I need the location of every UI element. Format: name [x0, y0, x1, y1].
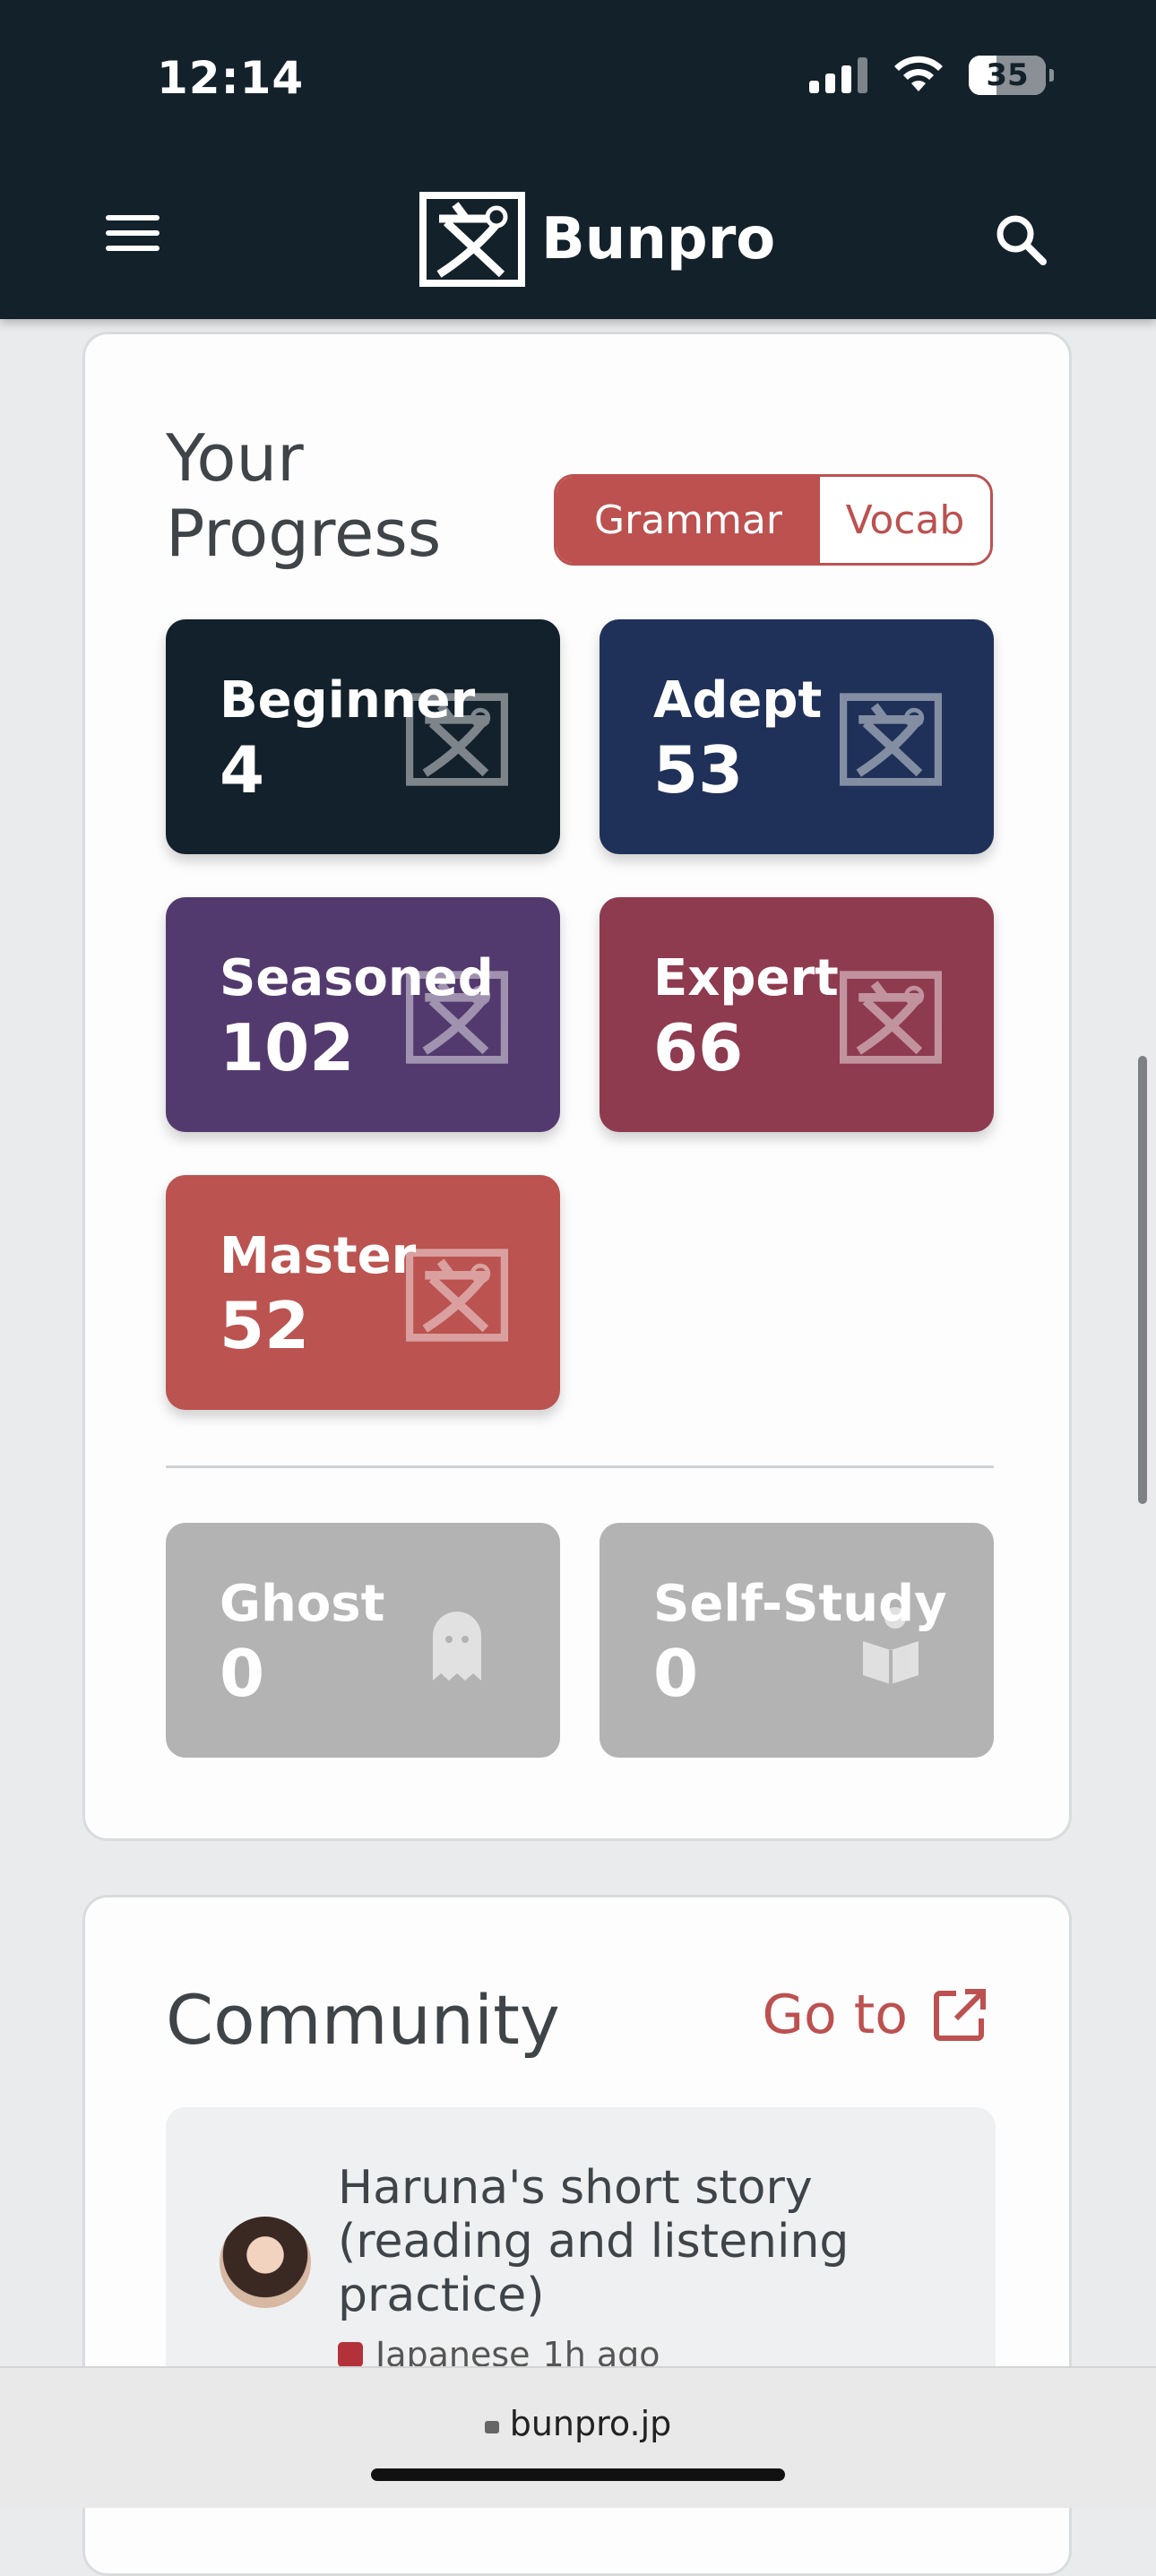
- lock-icon: [484, 2421, 499, 2433]
- tile-label: Master: [220, 1227, 417, 1285]
- tile-count: 66: [653, 1010, 744, 1085]
- toggle-grammar[interactable]: Grammar: [556, 477, 820, 563]
- tile-expert[interactable]: Expert 66: [600, 897, 994, 1132]
- tile-adept[interactable]: Adept 53: [600, 619, 994, 854]
- page-scrollbar[interactable]: [1138, 1056, 1147, 1504]
- external-link-icon: [934, 1989, 986, 2041]
- signal-icon: [809, 57, 867, 93]
- category-color-badge: [338, 2342, 363, 2367]
- browser-address-bar[interactable]: bunpro.jp: [0, 2366, 1156, 2508]
- community-goto-link[interactable]: Go to: [762, 1984, 987, 2046]
- wifi-icon: [894, 56, 943, 91]
- progress-card: Your Progress Grammar Vocab Beginner 4 A…: [82, 332, 1072, 1841]
- home-indicator[interactable]: [371, 2468, 785, 2481]
- search-button[interactable]: [993, 212, 1050, 269]
- tile-self-study[interactable]: Self-Study 0: [600, 1523, 994, 1758]
- tile-count: 0: [220, 1636, 265, 1711]
- book-icon: [863, 1607, 919, 1684]
- hamburger-icon: [106, 215, 160, 251]
- status-time: 12:14: [157, 52, 305, 104]
- tile-count: 4: [220, 732, 265, 808]
- goto-label: Go to: [762, 1984, 908, 2046]
- avatar: [220, 2217, 311, 2308]
- battery-indicator: 35: [969, 56, 1046, 95]
- url-display[interactable]: bunpro.jp: [0, 2404, 1156, 2443]
- brand-name: Bunpro: [541, 206, 776, 272]
- bunpro-logo-icon: [406, 693, 508, 786]
- menu-button[interactable]: [106, 215, 160, 260]
- tile-count: 102: [220, 1010, 355, 1085]
- battery-level: 35: [986, 57, 1029, 93]
- tile-label: Adept: [653, 671, 823, 730]
- ghost-icon: [433, 1612, 481, 1681]
- bunpro-logo-icon: [840, 693, 942, 786]
- tile-count: 53: [653, 732, 744, 808]
- search-icon: [996, 215, 1047, 265]
- app-header: 12:14 35 Bunpro: [0, 0, 1156, 319]
- bunpro-logo-icon: [406, 1249, 508, 1342]
- grammar-vocab-toggle: Grammar Vocab: [554, 474, 993, 566]
- tile-count: 52: [220, 1288, 310, 1363]
- community-title: Community: [166, 1980, 560, 2060]
- brand-logo[interactable]: Bunpro: [419, 192, 775, 287]
- url-text: bunpro.jp: [509, 2404, 672, 2443]
- tile-ghost[interactable]: Ghost 0: [166, 1523, 560, 1758]
- post-title: Haruna's short story (reading and listen…: [338, 2161, 850, 2322]
- bunpro-logo-icon: [419, 192, 525, 287]
- status-icons: 35: [809, 56, 1054, 95]
- battery-tip: [1049, 69, 1054, 82]
- tile-beginner[interactable]: Beginner 4: [166, 619, 560, 854]
- bunpro-logo-icon: [406, 971, 508, 1064]
- section-divider: [166, 1465, 994, 1468]
- tile-master[interactable]: Master 52: [166, 1175, 560, 1410]
- tile-label: Ghost: [220, 1575, 385, 1633]
- tile-label: Expert: [653, 949, 839, 1007]
- toggle-vocab[interactable]: Vocab: [820, 477, 990, 563]
- tile-seasoned[interactable]: Seasoned 102: [166, 897, 560, 1132]
- bunpro-logo-icon: [840, 971, 942, 1064]
- tile-count: 0: [653, 1636, 699, 1711]
- progress-title: Your Progress: [166, 420, 442, 571]
